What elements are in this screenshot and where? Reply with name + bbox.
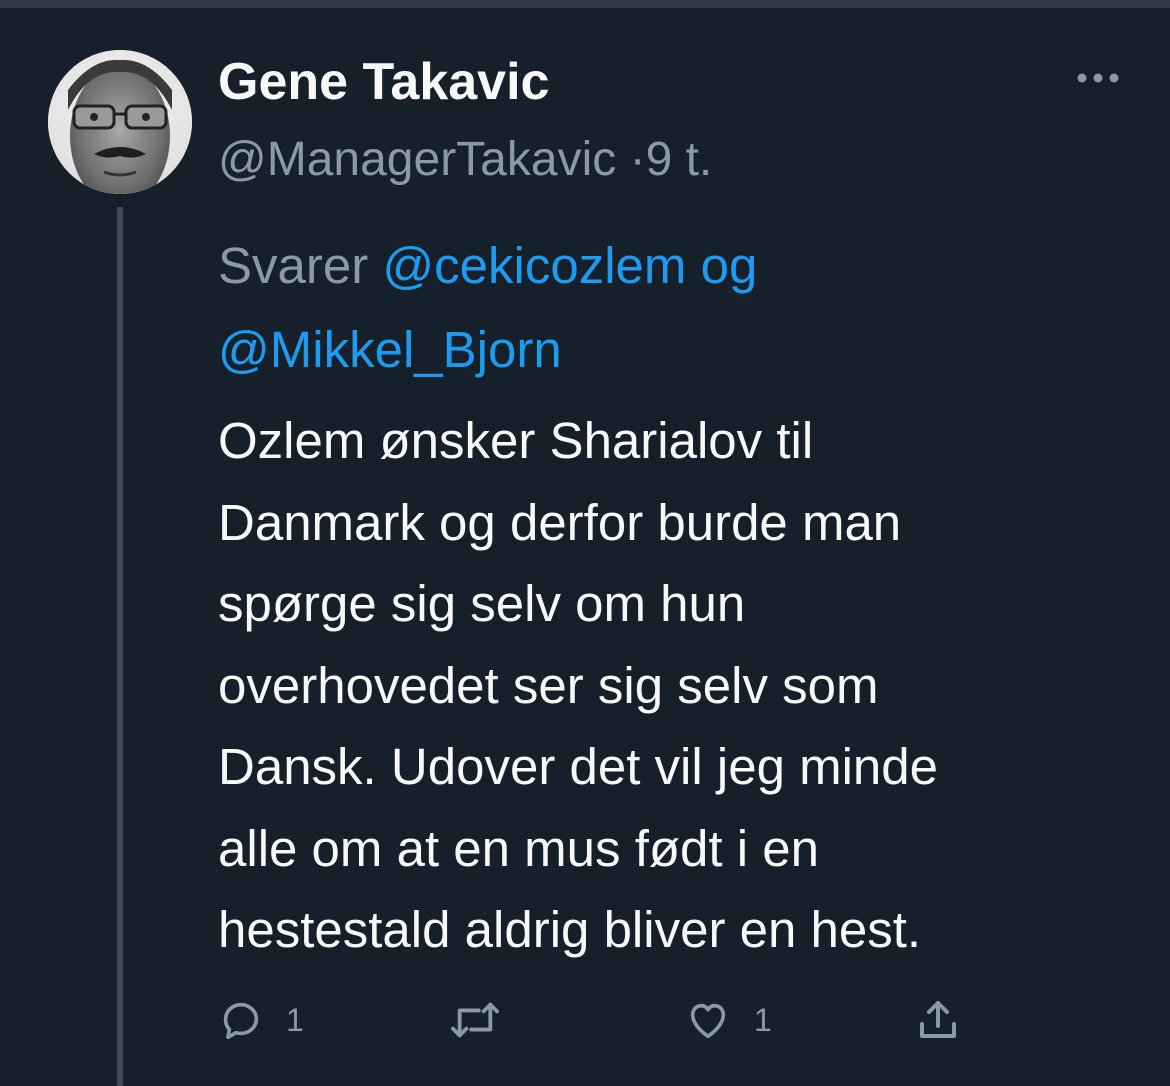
retweet-button[interactable]: [448, 990, 502, 1050]
action-bar: 1 1: [0, 990, 1170, 1050]
tweet-line: spørge sig selv om hun: [218, 575, 746, 632]
mention-joiner: og: [700, 237, 758, 294]
author-display-name[interactable]: Gene Takavic: [218, 52, 549, 112]
heart-icon: [690, 1003, 726, 1039]
tweet-line: Ozlem ønsker Sharialov til: [218, 412, 814, 469]
tweet-line: Danmark og derfor burde man: [218, 493, 902, 551]
avatar[interactable]: [48, 50, 192, 194]
tweet-line: Dansk. Udover det vil jeg minde: [218, 738, 939, 795]
meta-separator: ·: [629, 133, 646, 186]
reply-button[interactable]: 1: [218, 990, 304, 1050]
timestamp[interactable]: 9 t.: [646, 133, 713, 186]
author-handle[interactable]: @ManagerTakavic: [218, 133, 616, 186]
like-count: 1: [754, 1001, 772, 1038]
more-icon: [1077, 73, 1119, 83]
tweet-text: Ozlem ønsker Sharialov til Danmark og de…: [218, 400, 1138, 971]
tweet-line: hestestald aldrig bliver en hest.: [218, 901, 922, 958]
like-button[interactable]: 1: [684, 990, 772, 1050]
reply-context: Svarer @cekicozlem og @Mikkel_Bjorn: [218, 224, 1118, 392]
share-button[interactable]: [914, 990, 962, 1050]
author-meta: @ManagerTakavic ·9 t.: [218, 132, 712, 188]
thread-line: [117, 207, 123, 1086]
mention-link[interactable]: @cekicozlem: [382, 237, 686, 294]
share-icon: [920, 1001, 956, 1038]
mention-link[interactable]: @Mikkel_Bjorn: [218, 321, 562, 378]
retweet-icon: [451, 1002, 499, 1038]
tweet-line: alle om at en mus født i en: [218, 819, 819, 877]
reply-icon: [223, 1002, 259, 1040]
tweet-line: overhovedet ser sig selv som: [218, 656, 879, 714]
tweet-screen: Gene Takavic @ManagerTakavic ·9 t. Svare…: [0, 0, 1170, 1086]
top-divider: [0, 0, 1170, 8]
more-options-button[interactable]: [1066, 56, 1130, 100]
reply-count: 1: [286, 1001, 304, 1038]
reply-prefix: Svarer: [218, 237, 369, 294]
